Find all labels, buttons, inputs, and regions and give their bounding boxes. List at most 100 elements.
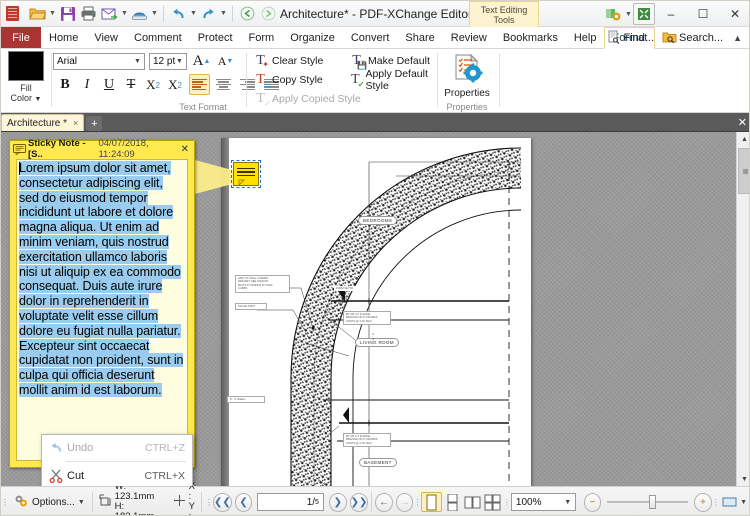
- chevron-down-icon[interactable]: ▼: [35, 96, 42, 103]
- tab-help[interactable]: Help: [566, 27, 605, 48]
- zoom-slider[interactable]: [607, 495, 689, 509]
- make-default-button[interactable]: T 💾 Make Default: [347, 52, 432, 70]
- tab-convert[interactable]: Convert: [343, 27, 398, 48]
- scrollbar-thumb[interactable]: [738, 148, 749, 194]
- forward-button[interactable]: [258, 3, 279, 24]
- view-mode-continuous[interactable]: [442, 492, 462, 512]
- font-size-combo[interactable]: 12 pt ▼: [149, 53, 187, 70]
- find-button[interactable]: Find...: [604, 30, 657, 47]
- document-tab-architecture[interactable]: Architecture * ×: [1, 114, 85, 131]
- superscript-button[interactable]: X2: [165, 75, 185, 95]
- minimize-button[interactable]: –: [655, 1, 687, 27]
- tab-bookmarks[interactable]: Bookmarks: [495, 27, 566, 48]
- plugins-dropdown-arrow[interactable]: ▼: [624, 4, 633, 25]
- menu-item-cut[interactable]: Cut CTRL+X: [42, 465, 192, 486]
- email-dropdown-arrow[interactable]: ▼: [120, 3, 129, 24]
- email-button[interactable]: [99, 3, 120, 24]
- clear-style-button[interactable]: T ✦ Clear Style: [251, 52, 325, 69]
- tab-file[interactable]: File: [1, 27, 41, 48]
- font-family-combo[interactable]: Arial ▼: [53, 53, 145, 70]
- undo-dropdown-arrow[interactable]: ▼: [189, 3, 198, 24]
- menu-item-undo[interactable]: Undo CTRL+Z: [42, 437, 192, 458]
- sticky-note-close-icon[interactable]: ✕: [179, 144, 191, 155]
- shrink-font-button[interactable]: A ▼: [215, 51, 236, 72]
- document-tab-label: Architecture *: [7, 117, 68, 129]
- chevron-down-icon[interactable]: ▼: [78, 499, 85, 506]
- chevron-down-icon[interactable]: ▼: [131, 54, 144, 69]
- properties-button[interactable]: Properties: [439, 51, 495, 99]
- sticky-note-textarea[interactable]: Lorem ipsum dolor sit amet, consectetur …: [16, 159, 188, 461]
- redo-button[interactable]: [198, 3, 219, 24]
- sticky-note-text[interactable]: Lorem ipsum dolor sit amet, consectetur …: [19, 161, 185, 398]
- tab-organize[interactable]: Organize: [282, 27, 343, 48]
- zoom-level-combo[interactable]: 100% ▼: [510, 493, 576, 511]
- print-button[interactable]: [78, 3, 99, 24]
- view-mode-two-page-continuous[interactable]: [483, 492, 503, 512]
- close-icon[interactable]: ×: [73, 118, 78, 128]
- previous-page-button[interactable]: ❮: [234, 492, 253, 512]
- sticky-note-header[interactable]: Sticky Note - [S.. 04/07/2018, 11:24:09 …: [10, 138, 194, 160]
- navigate-back-button[interactable]: ←: [375, 492, 393, 512]
- apply-default-style-button[interactable]: T ✔ Apply Default Style: [347, 68, 441, 92]
- open-dropdown-arrow[interactable]: ▼: [48, 3, 57, 24]
- bold-button[interactable]: B: [55, 75, 75, 95]
- grow-font-button[interactable]: A ▲: [191, 51, 212, 72]
- last-page-button[interactable]: ❯❯: [349, 492, 369, 512]
- pdf-page[interactable]: BEDROOMS LIVING ROOM BASEMENT LIMIT OF W…: [221, 138, 531, 486]
- align-left-icon: [192, 78, 207, 91]
- plugins-button[interactable]: [602, 3, 624, 25]
- scroll-down-arrow[interactable]: ▼: [737, 472, 749, 486]
- tab-form[interactable]: Form: [241, 27, 283, 48]
- close-button[interactable]: ✕: [719, 1, 749, 27]
- scan-button[interactable]: [129, 3, 150, 24]
- vertical-scrollbar[interactable]: ▲ ▼: [736, 132, 749, 486]
- tab-home[interactable]: Home: [41, 27, 86, 48]
- cad-note-3: MT GR 4.0' FLANGE BRACING ON 3' OR MIN/F…: [343, 311, 391, 326]
- first-page-button[interactable]: ❮❮: [212, 492, 232, 512]
- fill-color-swatch[interactable]: [8, 51, 44, 81]
- tab-share[interactable]: Share: [397, 27, 442, 48]
- fill-color-label[interactable]: Fill Color ▼: [5, 83, 47, 105]
- next-page-button[interactable]: ❯: [328, 492, 347, 512]
- sticky-note-popup[interactable]: Sticky Note - [S.. 04/07/2018, 11:24:09 …: [9, 138, 195, 468]
- fit-dropdown-arrow[interactable]: ▼: [740, 499, 749, 506]
- scan-dropdown-arrow[interactable]: ▼: [150, 3, 159, 24]
- copy-style-button[interactable]: T ☷ Copy Style: [251, 71, 325, 89]
- scroll-up-arrow[interactable]: ▲: [737, 132, 749, 147]
- zoom-slider-thumb[interactable]: [649, 495, 657, 509]
- view-mode-two-page[interactable]: [462, 492, 482, 512]
- page-number-input[interactable]: 1/5: [257, 493, 324, 511]
- fit-page-button[interactable]: [720, 492, 740, 512]
- tab-view[interactable]: View: [86, 27, 126, 48]
- tab-review[interactable]: Review: [443, 27, 495, 48]
- sticky-note-anchor-icon[interactable]: [231, 160, 261, 188]
- view-mode-single-page[interactable]: [421, 492, 442, 512]
- options-button[interactable]: Options... ▼: [9, 494, 89, 511]
- chevron-up-icon[interactable]: ▲: [728, 33, 747, 43]
- zoom-out-button[interactable]: −: [583, 492, 602, 512]
- tab-comment[interactable]: Comment: [126, 27, 190, 48]
- zoom-in-button[interactable]: +: [694, 492, 712, 512]
- fill-color-button[interactable]: Fill Color ▼: [5, 51, 47, 105]
- redo-dropdown-arrow[interactable]: ▼: [219, 3, 228, 24]
- align-center-button[interactable]: [213, 74, 234, 95]
- search-button[interactable]: Search...: [659, 30, 726, 47]
- align-left-button[interactable]: [189, 74, 210, 95]
- navigate-forward-button[interactable]: →: [395, 492, 414, 512]
- subscript-button[interactable]: X2: [143, 75, 163, 95]
- chevron-down-icon[interactable]: ▼: [561, 494, 575, 510]
- open-button[interactable]: [27, 3, 48, 24]
- strikethrough-button[interactable]: T: [121, 75, 141, 95]
- tab-protect[interactable]: Protect: [190, 27, 241, 48]
- chevron-down-icon[interactable]: ▼: [173, 54, 186, 69]
- maximize-button[interactable]: ☐: [687, 1, 719, 27]
- fullscreen-button[interactable]: [633, 3, 655, 25]
- underline-button[interactable]: U: [99, 75, 119, 95]
- undo-button[interactable]: [168, 3, 189, 24]
- italic-button[interactable]: I: [77, 75, 97, 95]
- new-tab-button[interactable]: +: [86, 116, 103, 131]
- apply-copied-style-button[interactable]: T ✓ Apply Copied Style: [251, 90, 363, 108]
- back-button[interactable]: [237, 3, 258, 24]
- close-document-icon[interactable]: ✕: [738, 116, 747, 129]
- save-button[interactable]: [57, 3, 78, 24]
